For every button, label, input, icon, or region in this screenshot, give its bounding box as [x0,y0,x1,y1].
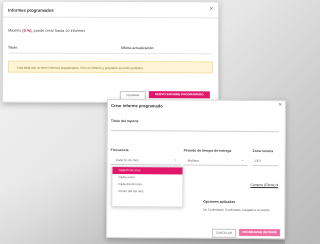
delivery-select-value[interactable]: Mañana [188,159,200,163]
scheduled-reports-dialog: Informes programados × Máximo (0 %), pue… [1,0,220,104]
columns-filters-link[interactable]: Campos (Filtros) ▾ [250,183,278,187]
close-icon[interactable]: × [210,6,214,12]
dialog-title: Informes programados [8,7,54,13]
applied-options-value: No Confirmado, Confirmado, Cargado a la … [203,207,270,213]
report-title-label: Título del reporte [110,119,139,124]
cancel-button[interactable]: CANCELAR [212,228,237,238]
empty-state-message: Esta tabla aún no tiene informes program… [7,60,213,74]
timezone-select[interactable] [252,165,279,167]
header-divider [3,16,219,19]
delivery-period-label: Período de tiempo de entrega [183,148,232,153]
report-quota-text: Máximo (0 %), puede crear hasta 10 infor… [8,28,86,33]
column-header-updated: Última actualización [121,46,154,51]
applied-options-label: Opciones aplicadas [203,199,236,204]
report-title-input[interactable] [110,130,279,133]
column-header-title: Título [8,45,18,50]
dropdown-option[interactable]: Primer día del mes [112,188,182,195]
chevron-down-icon[interactable]: ⌄ [241,157,244,162]
new-scheduled-report-button[interactable]: NUEVO INFORME PROGRAMADO [148,91,210,99]
schedule-report-button[interactable]: PROGRAMAR INFORME [239,228,281,237]
dialog-title: Crear informe programado [110,103,163,109]
frequency-dropdown: Cada fin de mes Cada Lunes Cada día del … [111,166,184,208]
timezone-label: Zona horaria [252,149,274,154]
create-scheduled-report-dialog: Crear informe programado × Título del re… [106,99,286,240]
delivery-select[interactable] [183,164,248,166]
timezone-value[interactable]: CET [255,159,261,163]
close-icon[interactable]: × [278,102,282,108]
frequency-label: Frecuencia [110,148,129,153]
chevron-down-icon[interactable]: ⌄ [174,156,177,161]
frequency-select-value[interactable]: Cada fin de mes [116,158,139,162]
table-divider [7,52,213,55]
